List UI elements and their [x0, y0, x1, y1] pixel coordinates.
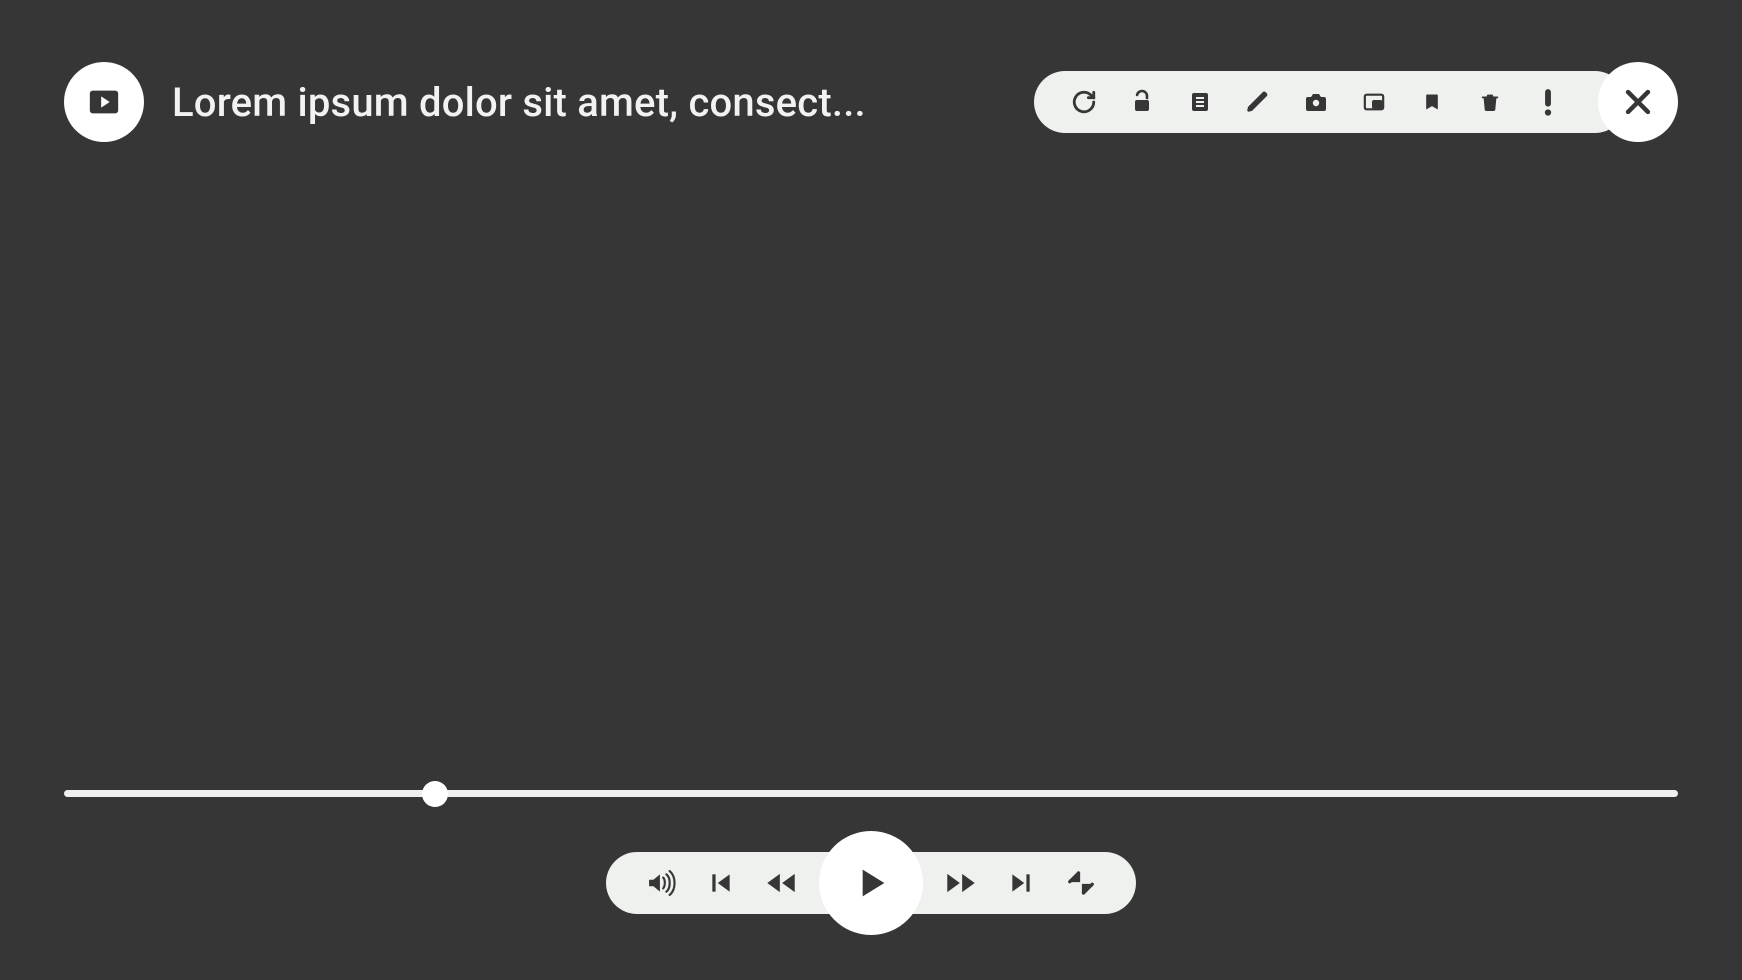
- close-icon: [1621, 85, 1655, 119]
- skip-next-icon: [1007, 870, 1035, 896]
- edit-icon: [1245, 89, 1271, 115]
- lock-open-icon: [1130, 89, 1154, 115]
- trash-icon: [1479, 89, 1501, 115]
- fast-forward-icon: [945, 871, 977, 895]
- camera-icon: [1302, 90, 1330, 114]
- alert-icon: [1543, 88, 1553, 116]
- progress-track[interactable]: [64, 790, 1678, 797]
- bookmark-icon: [1422, 89, 1442, 115]
- collapse-icon: [1066, 868, 1096, 898]
- volume-icon: [645, 870, 677, 896]
- play-button[interactable]: [819, 831, 923, 935]
- refresh-icon: [1071, 89, 1097, 115]
- pip-icon: [1360, 91, 1388, 113]
- rewind-icon: [765, 871, 797, 895]
- title-group: Lorem ipsum dolor sit amet, consect...: [64, 62, 866, 142]
- rewind-button[interactable]: [766, 868, 796, 898]
- close-button[interactable]: [1598, 62, 1678, 142]
- volume-button[interactable]: [646, 868, 676, 898]
- player-controls: [606, 852, 1136, 914]
- header-right: [1034, 62, 1678, 142]
- notes-button[interactable]: [1186, 88, 1214, 116]
- lock-button[interactable]: [1128, 88, 1156, 116]
- refresh-button[interactable]: [1070, 88, 1098, 116]
- toolbar: [1034, 71, 1626, 133]
- fast-forward-button[interactable]: [946, 868, 976, 898]
- skip-previous-icon: [707, 870, 735, 896]
- app-badge: [64, 62, 144, 142]
- collapse-button[interactable]: [1066, 868, 1096, 898]
- skip-next-button[interactable]: [1006, 868, 1036, 898]
- bookmark-button[interactable]: [1418, 88, 1446, 116]
- video-title: Lorem ipsum dolor sit amet, consect...: [172, 79, 866, 126]
- alert-button[interactable]: [1534, 88, 1562, 116]
- pip-button[interactable]: [1360, 88, 1388, 116]
- notes-icon: [1188, 89, 1212, 115]
- header: Lorem ipsum dolor sit amet, consect...: [64, 62, 1678, 142]
- trash-button[interactable]: [1476, 88, 1504, 116]
- edit-button[interactable]: [1244, 88, 1272, 116]
- progress-bar[interactable]: [64, 790, 1678, 797]
- progress-thumb[interactable]: [422, 781, 448, 807]
- skip-previous-button[interactable]: [706, 868, 736, 898]
- play-icon: [851, 861, 891, 905]
- play-badge-icon: [87, 85, 121, 119]
- camera-button[interactable]: [1302, 88, 1330, 116]
